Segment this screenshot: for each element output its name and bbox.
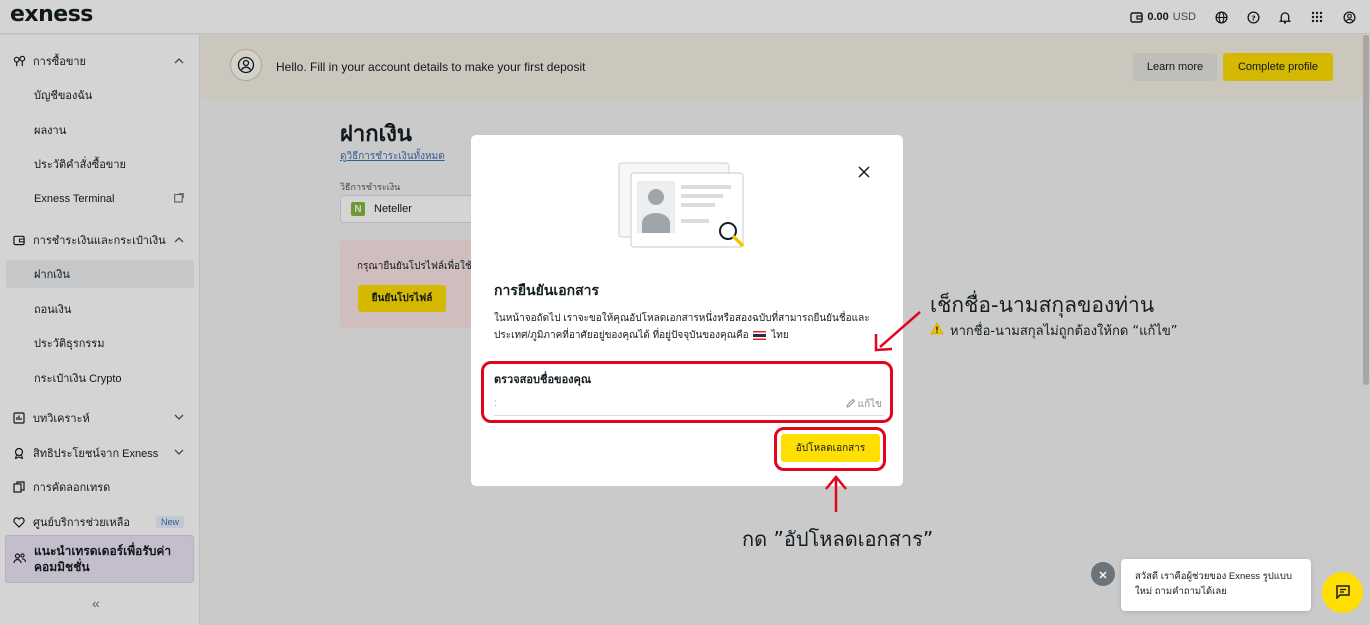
close-icon (1099, 567, 1107, 582)
chat-icon (1335, 584, 1351, 602)
chat-close-button[interactable] (1091, 562, 1115, 586)
dialog-title: การยืนยันเอกสาร (494, 282, 599, 298)
thailand-flag-icon (753, 330, 767, 340)
annotation-title: เช็กชื่อ-นามสกุลของท่าน (930, 293, 1155, 317)
annotation-subtitle: หากชื่อ-นามสกุลไม่ถูกต้องให้กด “แก้ไข” (950, 324, 1178, 339)
upload-button-highlight (774, 427, 886, 471)
chat-button[interactable] (1322, 572, 1363, 613)
annotation-subtitle-row: หากชื่อ-นามสกุลไม่ถูกต้องให้กด “แก้ไข” (930, 320, 1178, 341)
chat-greeting-bubble[interactable]: สวัสดี เราคือผู้ช่วยของ Exness รูปแบบใหม… (1121, 559, 1311, 611)
dialog-description-line1: ในหน้าจอถัดไป เราจะขอให้คุณอัปโหลดเอกสาร… (494, 313, 870, 324)
dialog-description: ในหน้าจอถัดไป เราจะขอให้คุณอัปโหลดเอกสาร… (494, 310, 879, 344)
id-card-illustration-icon (618, 162, 744, 248)
name-check-highlight (481, 361, 893, 423)
close-icon[interactable] (857, 165, 871, 179)
annotation-bottom: กด ”อัปโหลดเอกสาร” (742, 527, 934, 551)
warning-icon (930, 322, 944, 339)
dialog-description-line2: ประเทศ/ภูมิภาคที่อาศัยอยู่ของคุณได้ ที่อ… (494, 330, 749, 341)
country-name: ไทย (771, 330, 789, 341)
